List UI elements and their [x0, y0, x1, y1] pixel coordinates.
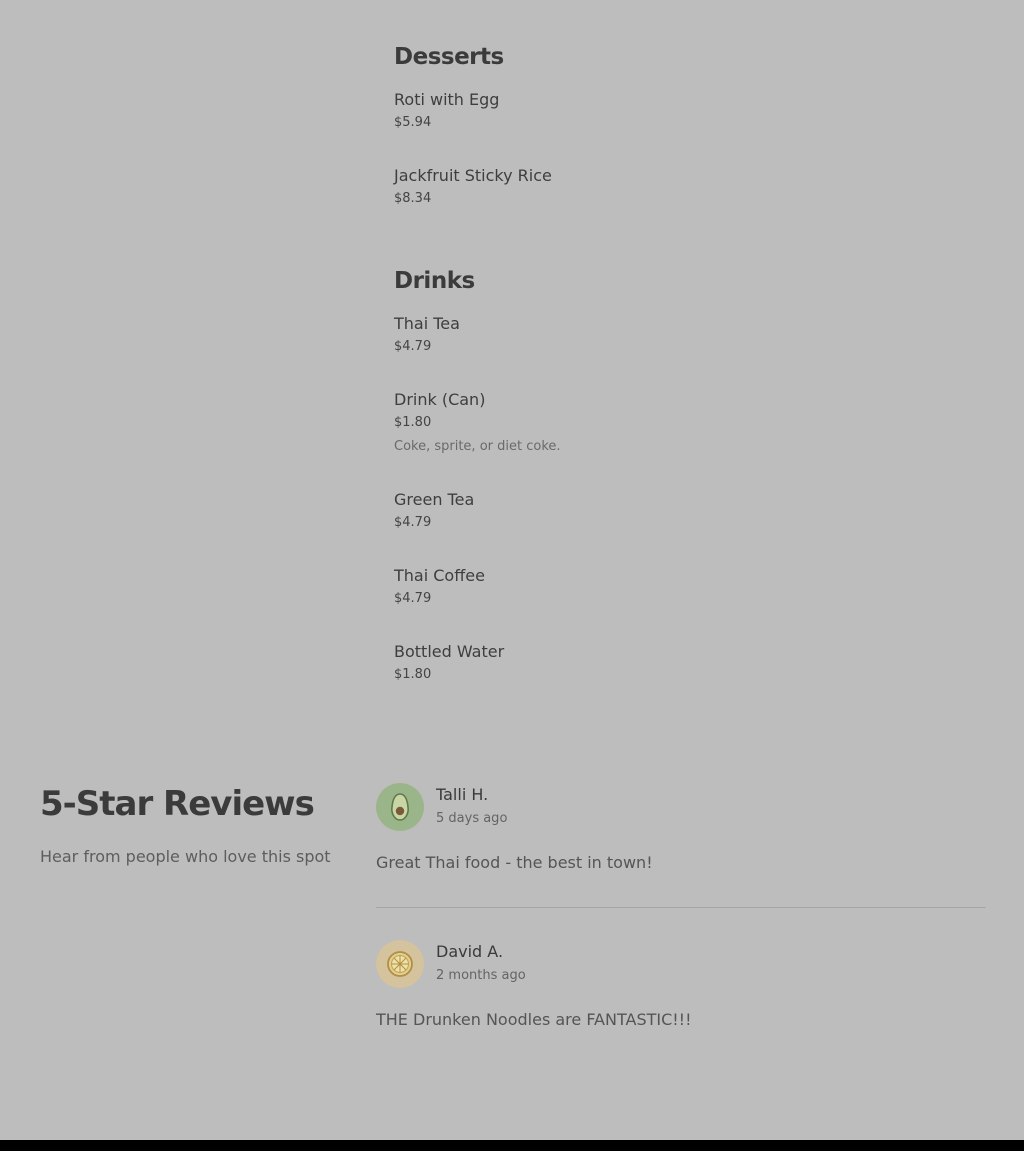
item-name: Thai Tea — [394, 314, 460, 333]
item-price: $4.79 — [394, 515, 432, 530]
menu-item-drink-can[interactable]: Drink (Can) $1.80 Coke, sprite, or diet … — [394, 390, 894, 455]
menu-item-thai-coffee[interactable]: Thai Coffee $4.79 — [394, 566, 894, 607]
item-description: Coke, sprite, or diet coke. — [394, 439, 561, 454]
lemon-slice-icon — [376, 940, 424, 988]
item-name: Jackfruit Sticky Rice — [394, 166, 552, 185]
menu-item-green-tea[interactable]: Green Tea $4.79 — [394, 490, 894, 531]
item-name: Green Tea — [394, 490, 475, 509]
item-price: $8.34 — [394, 191, 432, 206]
footer-bar — [0, 1140, 1024, 1151]
reviewer-name: Talli H. — [436, 785, 489, 804]
item-price: $4.79 — [394, 591, 432, 606]
item-name: Thai Coffee — [394, 566, 485, 585]
reviews-subtitle: Hear from people who love this spot — [40, 847, 331, 866]
menu-item-jackfruit-sticky-rice[interactable]: Jackfruit Sticky Rice $8.34 — [394, 166, 894, 207]
reviewer-name: David A. — [436, 942, 504, 961]
menu-item-bottled-water[interactable]: Bottled Water $1.80 — [394, 642, 894, 683]
item-price: $4.79 — [394, 339, 432, 354]
review-divider — [376, 907, 986, 908]
item-name: Bottled Water — [394, 642, 505, 661]
menu-item-roti-with-egg[interactable]: Roti with Egg $5.94 — [394, 90, 894, 131]
reviews-title: 5-Star Reviews — [40, 784, 315, 824]
review-date: 2 months ago — [436, 968, 526, 983]
section-title-drinks: Drinks — [394, 268, 475, 294]
section-title-desserts: Desserts — [394, 44, 504, 70]
review-text: Great Thai food - the best in town! — [376, 853, 653, 872]
item-name: Drink (Can) — [394, 390, 486, 409]
menu-item-thai-tea[interactable]: Thai Tea $4.79 — [394, 314, 894, 355]
reviews-header: 5-Star Reviews Hear from people who love… — [40, 783, 340, 866]
review-text: THE Drunken Noodles are FANTASTIC!!! — [376, 1010, 692, 1029]
item-price: $5.94 — [394, 115, 432, 130]
item-name: Roti with Egg — [394, 90, 500, 109]
review-date: 5 days ago — [436, 811, 508, 826]
avocado-icon — [376, 783, 424, 831]
item-price: $1.80 — [394, 415, 432, 430]
item-price: $1.80 — [394, 667, 432, 682]
